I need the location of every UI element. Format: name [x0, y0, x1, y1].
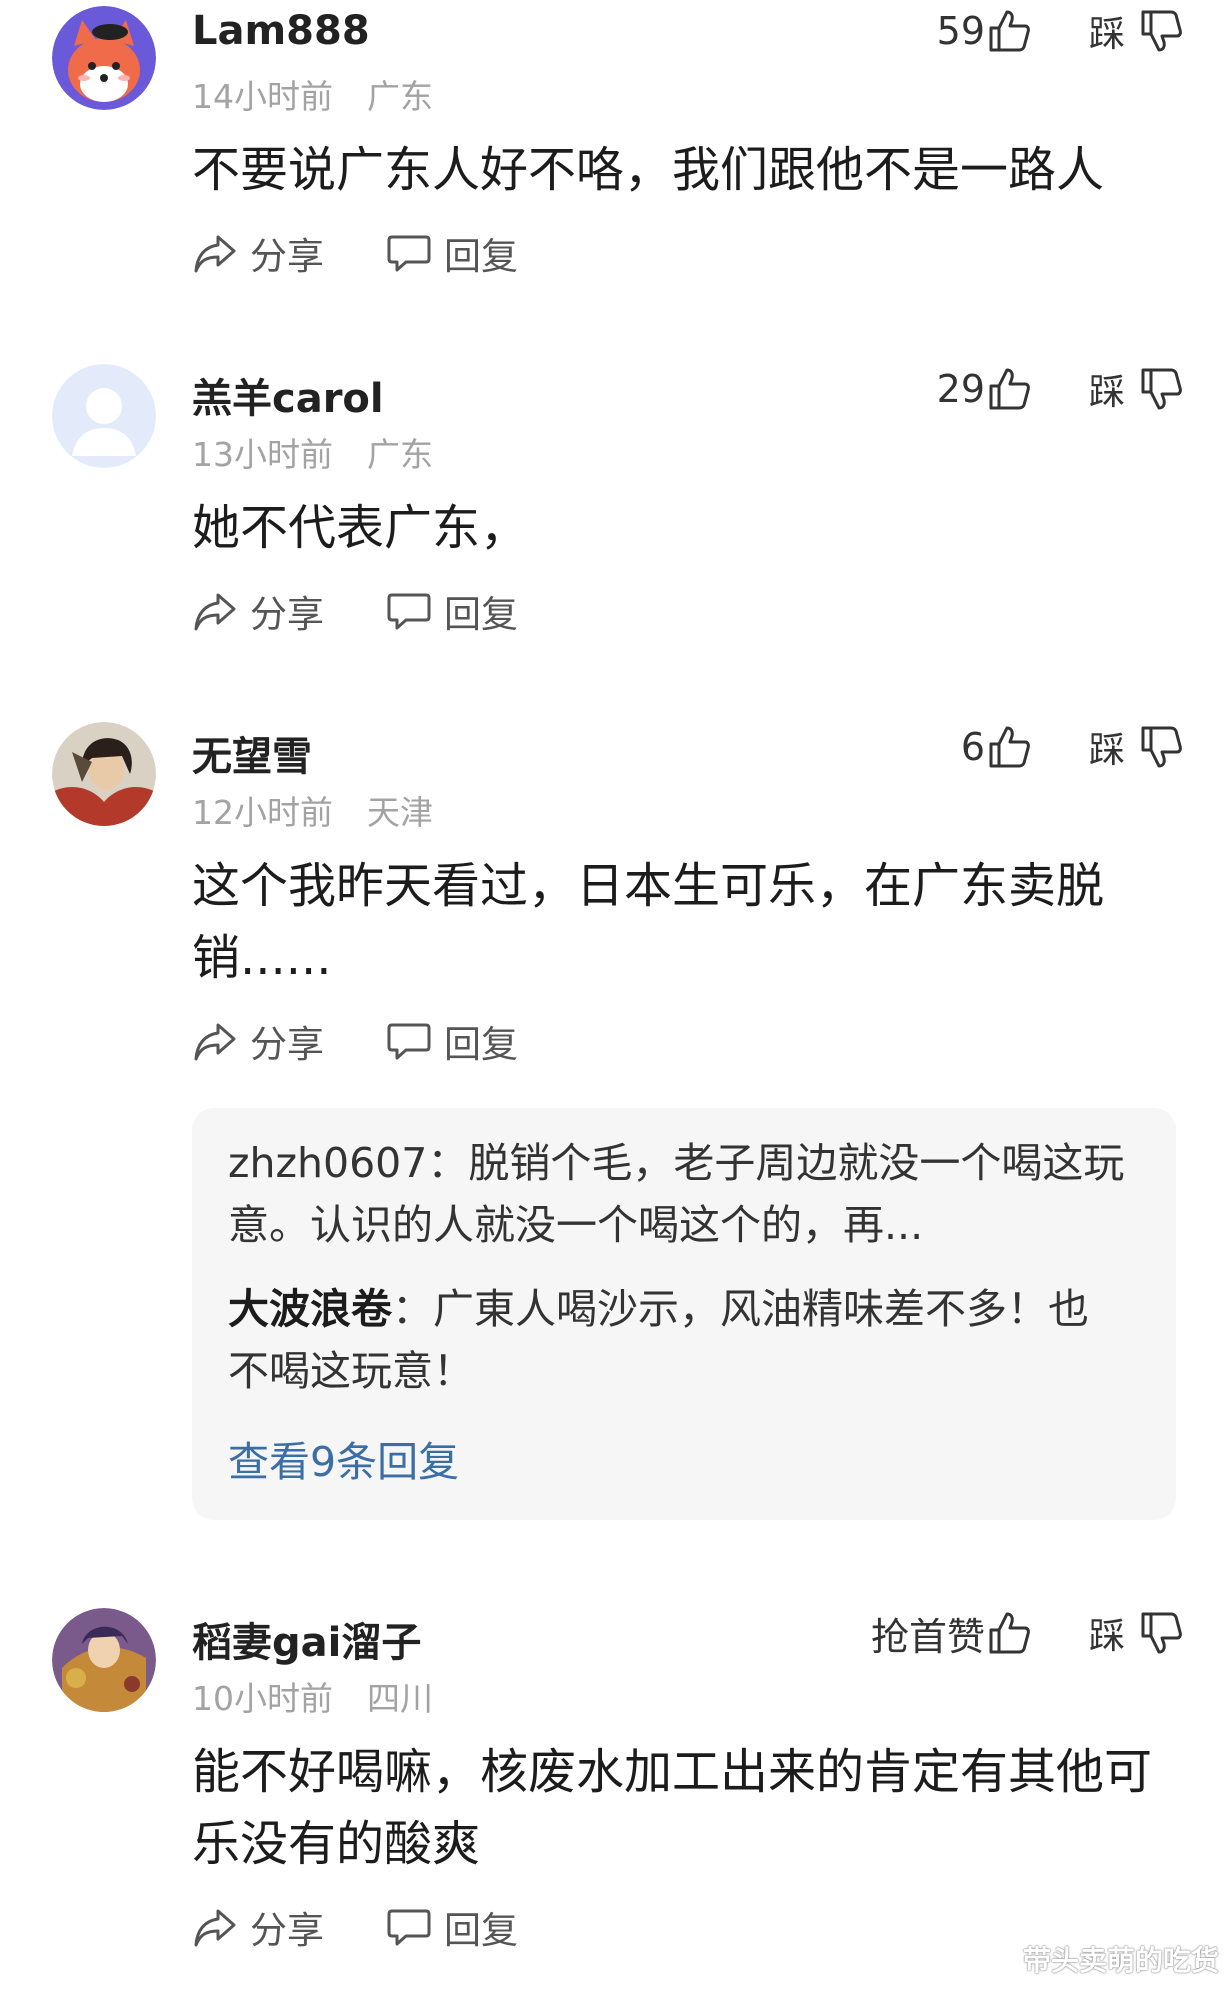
reply-button[interactable]: 回复 [386, 1900, 518, 1954]
like-count: 29 [936, 367, 985, 411]
comment-location: 四川 [367, 1679, 433, 1718]
reply-author[interactable]: zhzh0607 [228, 1139, 427, 1187]
comment-text: 这个我昨天看过，日本生可乐，在广东卖脱销...... [192, 858, 1105, 986]
thumbs-up-icon [989, 10, 1030, 52]
like-count: 6 [960, 725, 985, 769]
comment-time: 13小时前 [192, 435, 333, 474]
dislike-label: 踩 [1088, 372, 1125, 413]
share-label: 分享 [250, 1023, 324, 1066]
comment-meta: 13小时前 广东 [192, 428, 433, 476]
share-icon [194, 1909, 236, 1947]
reply-item: 大波浪卷：广東人喝沙示，风油精味差不多！也不喝这玩意！ [228, 1278, 1128, 1402]
dislike-button[interactable]: 踩 [1089, 1608, 1183, 1658]
comment-time: 12小时前 [192, 793, 333, 832]
comment-actions: 分享 回复 [192, 586, 580, 636]
dislike-label: 踩 [1088, 730, 1125, 771]
thumbs-up-icon [989, 1612, 1030, 1654]
dislike-button[interactable]: 踩 [1089, 6, 1183, 56]
username[interactable]: 稻妻gai溜子 [192, 1610, 421, 1668]
reply-label: 回复 [444, 593, 518, 636]
like-button[interactable]: 6 [961, 722, 1031, 772]
comment-text: 她不代表广东， [192, 500, 529, 556]
avatar[interactable] [52, 1608, 156, 1712]
watermark: 带头卖萌的吃货 [1022, 1944, 1219, 1977]
like-count: 抢首赞 [870, 1614, 985, 1659]
share-icon [194, 1023, 236, 1061]
comment-meta: 12小时前 天津 [192, 786, 433, 834]
share-icon [194, 593, 236, 631]
avatar[interactable] [52, 364, 156, 468]
username[interactable]: Lam888 [192, 8, 370, 54]
share-button[interactable]: 分享 [192, 1014, 324, 1068]
comment-bubble-icon [387, 235, 431, 272]
reply-thread[interactable]: zhzh0607：脱销个毛，老子周边就没一个喝这玩意。认识的人就没一个喝这个的，… [192, 1108, 1176, 1520]
share-button[interactable]: 分享 [192, 584, 324, 638]
reply-label: 回复 [444, 1909, 518, 1952]
comment-meta: 10小时前 四川 [192, 1672, 433, 1720]
comment-text: 不要说广东人好不咯，我们跟他不是一路人 [192, 142, 1105, 198]
thumbs-down-icon [1141, 10, 1182, 52]
comment-actions: 分享 回复 [192, 228, 580, 278]
comment-bubble-icon [387, 1023, 431, 1060]
username[interactable]: 无望雪 [192, 724, 312, 782]
thumbs-down-icon [1141, 726, 1182, 768]
comment-bubble-icon [387, 1909, 431, 1946]
comment-location: 广东 [367, 435, 433, 474]
share-button[interactable]: 分享 [192, 226, 324, 280]
comment-time: 14小时前 [192, 77, 333, 116]
comment-text: 能不好喝嘛，核废水加工出来的肯定有其他可乐没有的酸爽 [192, 1744, 1153, 1872]
comment-location: 广东 [367, 77, 433, 116]
share-icon [194, 235, 236, 273]
avatar[interactable] [52, 6, 156, 110]
dislike-button[interactable]: 踩 [1089, 364, 1183, 414]
reply-button[interactable]: 回复 [386, 1014, 518, 1068]
view-more-replies-link[interactable]: 查看9条回复 [228, 1428, 459, 1488]
share-label: 分享 [250, 593, 324, 636]
like-count: 59 [936, 9, 985, 53]
comment-location: 天津 [367, 793, 433, 832]
thumbs-down-icon [1141, 1612, 1182, 1654]
share-label: 分享 [250, 1909, 324, 1952]
reply-button[interactable]: 回复 [386, 226, 518, 280]
dislike-label: 踩 [1088, 1616, 1125, 1657]
like-button[interactable]: 59 [937, 6, 1031, 56]
username[interactable]: 羔羊carol [192, 366, 384, 424]
share-label: 分享 [250, 235, 324, 278]
thumbs-up-icon [989, 368, 1030, 410]
share-button[interactable]: 分享 [192, 1900, 324, 1954]
reply-label: 回复 [444, 235, 518, 278]
avatar[interactable] [52, 722, 156, 826]
comment-time: 10小时前 [192, 1679, 333, 1718]
comment-actions: 分享 回复 [192, 1902, 580, 1952]
reply-separator: ： [427, 1139, 469, 1187]
reply-button[interactable]: 回复 [386, 584, 518, 638]
reply-separator: ： [392, 1285, 433, 1333]
thumbs-down-icon [1141, 368, 1182, 410]
like-button[interactable]: 抢首赞 [870, 1608, 1031, 1659]
reply-author[interactable]: 大波浪卷 [228, 1285, 392, 1333]
dislike-button[interactable]: 踩 [1089, 722, 1183, 772]
dislike-label: 踩 [1088, 14, 1125, 55]
like-button[interactable]: 29 [937, 364, 1031, 414]
reply-item: zhzh0607：脱销个毛，老子周边就没一个喝这玩意。认识的人就没一个喝这个的，… [228, 1132, 1128, 1256]
reply-label: 回复 [444, 1023, 518, 1066]
thumbs-up-icon [989, 726, 1030, 768]
comment-actions: 分享 回复 [192, 1016, 580, 1066]
comment-meta: 14小时前 广东 [192, 70, 433, 118]
comment-bubble-icon [387, 593, 431, 630]
